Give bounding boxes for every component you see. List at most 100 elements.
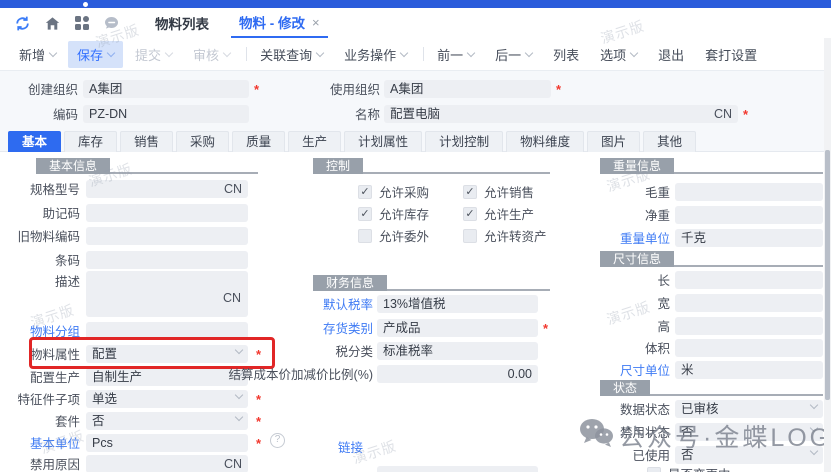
use-org-label: 使用组织: [310, 81, 380, 99]
checkbox-unchecked[interactable]: [358, 229, 372, 243]
allow-purchase-checkbox[interactable]: ✓允许采购: [358, 182, 429, 201]
tab-plan-control[interactable]: 计划控制: [425, 131, 503, 152]
audit-button[interactable]: 审核: [184, 41, 239, 68]
tab-plan-attr[interactable]: 计划属性: [344, 131, 422, 152]
height-field[interactable]: [675, 317, 823, 335]
config-prod-value: 自制生产: [92, 370, 142, 384]
barcode-field[interactable]: [86, 251, 248, 269]
tab-material-list[interactable]: 物料列表: [147, 8, 217, 38]
changing-checkbox[interactable]: 是否变更中: [647, 464, 731, 472]
code-label: 编码: [8, 106, 78, 124]
message-icon[interactable]: [103, 14, 121, 32]
width-label: 宽: [600, 295, 670, 313]
print-setup-button[interactable]: 套打设置: [696, 41, 766, 68]
tax-rate-field[interactable]: 13%增值税: [377, 295, 538, 313]
inventory-category-label[interactable]: 存货类别: [270, 320, 373, 338]
config-prod-select[interactable]: 自制生产: [86, 368, 248, 386]
link-button[interactable]: 链接: [338, 437, 363, 456]
new-button[interactable]: 新增: [10, 41, 65, 68]
inventory-category-field[interactable]: 产成品: [377, 319, 538, 337]
related-query-button[interactable]: 关联查询: [251, 41, 332, 68]
tab-material-edit-label: 物料 - 修改: [239, 12, 305, 32]
tax-rate-label[interactable]: 默认税率: [270, 296, 373, 314]
size-section: 尺寸信息: [600, 250, 823, 267]
name-field[interactable]: 配置电脑CN: [384, 105, 738, 123]
chevron-down-icon: [107, 48, 115, 56]
checkbox-checked[interactable]: ✓: [463, 207, 477, 221]
home-icon[interactable]: [44, 15, 61, 32]
barcode-label: 条码: [0, 252, 80, 270]
create-org-field[interactable]: A集团: [83, 80, 249, 98]
tab-quality[interactable]: 质量: [232, 131, 285, 152]
weight-section: 重量信息: [600, 157, 823, 174]
cropped-field[interactable]: [377, 466, 538, 472]
apps-grid-icon[interactable]: [74, 15, 90, 31]
tab-production[interactable]: 生产: [288, 131, 341, 152]
submit-button[interactable]: 提交: [126, 41, 181, 68]
description-field[interactable]: CN: [86, 271, 248, 317]
tab-purchase[interactable]: 采购: [176, 131, 229, 152]
old-code-field[interactable]: [86, 227, 248, 245]
material-attr-select[interactable]: 配置: [86, 345, 248, 363]
base-unit-label[interactable]: 基本单位: [0, 435, 80, 453]
detail-tabs: 基本 库存 销售 采购 质量 生产 计划属性 计划控制 物料维度 图片 其他: [8, 131, 696, 152]
code-field[interactable]: PZ-DN: [83, 105, 249, 123]
allow-inventory-checkbox[interactable]: ✓允许库存: [358, 204, 429, 223]
mnemonic-field[interactable]: [86, 204, 248, 222]
base-unit-field[interactable]: Pcs: [86, 434, 248, 452]
suite-select[interactable]: 否: [86, 412, 248, 430]
width-field[interactable]: [675, 294, 823, 312]
prev-button[interactable]: 前一: [428, 41, 483, 68]
allow-asset-checkbox[interactable]: 允许转资产: [463, 226, 547, 245]
disable-reason-field[interactable]: CN: [86, 455, 248, 472]
use-org-field[interactable]: A集团: [384, 80, 551, 98]
spec-model-field[interactable]: CN: [86, 180, 248, 198]
checkbox-unchecked[interactable]: [647, 467, 661, 472]
tab-picture[interactable]: 图片: [587, 131, 640, 152]
checkbox-unchecked[interactable]: [463, 229, 477, 243]
help-icon[interactable]: ?: [270, 433, 285, 448]
tab-basic[interactable]: 基本: [8, 131, 61, 152]
chevron-down-icon: [810, 447, 818, 455]
used-select[interactable]: 否: [675, 446, 823, 464]
tax-class-field[interactable]: 标准税率: [377, 342, 538, 360]
allow-outsource-checkbox[interactable]: 允许委外: [358, 226, 429, 245]
allow-sales-checkbox[interactable]: ✓允许销售: [463, 182, 534, 201]
required-mark: *: [743, 106, 748, 124]
weight-unit-field[interactable]: 千克: [675, 229, 823, 247]
volume-field[interactable]: [675, 339, 823, 357]
scrollbar-thumb[interactable]: [825, 150, 830, 400]
options-button[interactable]: 选项: [591, 41, 646, 68]
tab-material-edit[interactable]: 物料 - 修改 ×: [231, 8, 328, 38]
list-button[interactable]: 列表: [544, 41, 588, 68]
save-button[interactable]: 保存: [68, 41, 123, 68]
cost-ratio-field[interactable]: 0.00: [377, 365, 538, 383]
tab-sales[interactable]: 销售: [120, 131, 173, 152]
checkbox-checked[interactable]: ✓: [358, 207, 372, 221]
material-group-label[interactable]: 物料分组: [0, 323, 80, 341]
close-icon[interactable]: ×: [312, 15, 320, 30]
data-status-select[interactable]: 已审核: [675, 400, 823, 418]
checkbox-checked[interactable]: ✓: [463, 185, 477, 199]
checkbox-checked[interactable]: ✓: [358, 185, 372, 199]
next-button[interactable]: 后一: [486, 41, 541, 68]
weight-unit-label[interactable]: 重量单位: [600, 230, 670, 248]
tab-other[interactable]: 其他: [643, 131, 696, 152]
exit-button[interactable]: 退出: [649, 41, 693, 68]
forbid-status-select[interactable]: 否: [675, 423, 823, 441]
chevron-down-icon: [223, 48, 231, 56]
required-mark: *: [543, 320, 548, 338]
tab-material-dimension[interactable]: 物料维度: [506, 131, 584, 152]
length-field[interactable]: [675, 271, 823, 289]
sync-icon[interactable]: [14, 15, 31, 32]
gross-weight-field[interactable]: [675, 183, 823, 201]
allow-production-checkbox[interactable]: ✓允许生产: [463, 204, 534, 223]
size-unit-label[interactable]: 尺寸单位: [600, 362, 670, 380]
size-unit-field[interactable]: 米: [675, 361, 823, 379]
tab-inventory[interactable]: 库存: [64, 131, 117, 152]
material-group-field[interactable]: [86, 322, 248, 340]
next-button-label: 后一: [495, 45, 521, 64]
net-weight-field[interactable]: [675, 206, 823, 224]
feature-subitem-select[interactable]: 单选: [86, 390, 248, 408]
business-ops-button[interactable]: 业务操作: [335, 41, 416, 68]
